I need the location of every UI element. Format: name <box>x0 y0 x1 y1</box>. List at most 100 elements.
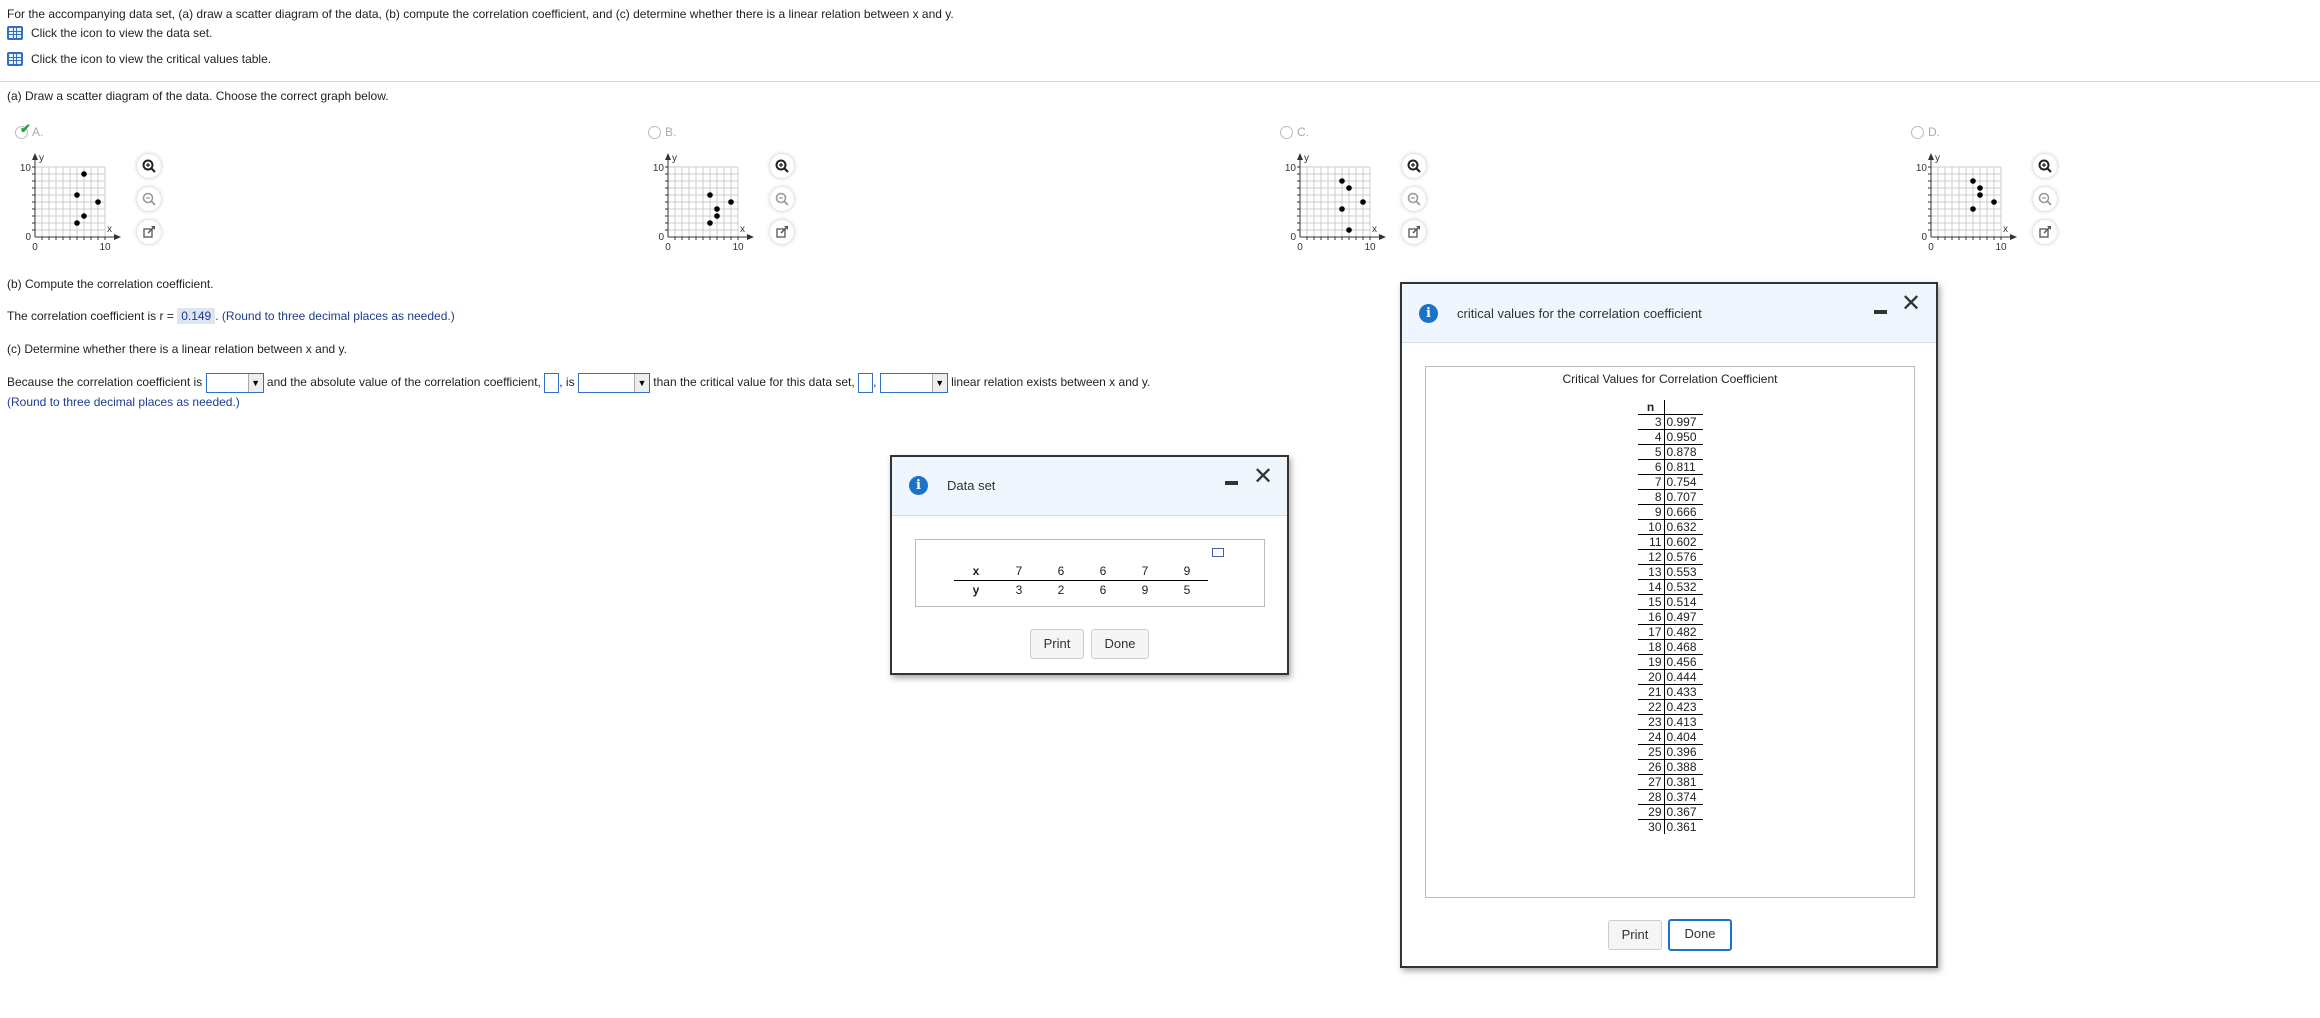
popout-icon[interactable] <box>1402 220 1426 244</box>
data-set-link-text: Click the icon to view the data set. <box>31 26 213 40</box>
critical-value-cell: 0.367 <box>1664 804 1703 820</box>
popout-icon[interactable] <box>2033 220 2057 244</box>
critical-value-cell: 0.444 <box>1664 669 1703 685</box>
close-button[interactable]: ✕ <box>1901 292 1921 316</box>
table-icon[interactable] <box>7 26 23 40</box>
option-label[interactable]: C. <box>1280 125 1309 139</box>
radio-button[interactable] <box>1911 125 1924 139</box>
close-button[interactable]: ✕ <box>1253 465 1273 489</box>
critical-value-cell: 0.404 <box>1664 729 1703 745</box>
chevron-down-icon[interactable]: ▼ <box>931 374 947 392</box>
y-tick-label: 10 <box>1916 163 1928 174</box>
zoom-in-icon[interactable] <box>2033 154 2057 178</box>
critical-value-row: 23 0.413 <box>1637 714 1703 730</box>
correlation-prefix: The correlation coefficient is r = <box>7 309 174 323</box>
n-cell: 11 <box>1637 534 1665 550</box>
y-tick-label: 10 <box>1285 163 1297 174</box>
critical-value-cell: 0.423 <box>1664 699 1703 715</box>
option-label[interactable]: ✔ A. <box>15 121 43 139</box>
zoom-out-icon[interactable] <box>137 187 161 211</box>
critical-value-cell: 0.456 <box>1664 654 1703 670</box>
minimize-button[interactable] <box>1225 481 1238 485</box>
n-cell: 16 <box>1637 609 1665 625</box>
critical-value-cell: 0.514 <box>1664 594 1703 610</box>
critical-value-cell: 0.532 <box>1664 579 1703 595</box>
zoom-in-icon[interactable] <box>1402 154 1426 178</box>
y-axis-arrow <box>1297 153 1303 160</box>
y-axis-arrow <box>1928 153 1934 160</box>
abs-r-input[interactable] <box>544 373 560 393</box>
chevron-down-icon[interactable]: ▼ <box>247 374 263 392</box>
conclusion-dropdown[interactable]: ▼ <box>879 373 948 393</box>
critical-value-row: 9 0.666 <box>1637 504 1703 520</box>
zoom-out-icon[interactable] <box>770 187 794 211</box>
data-point <box>74 192 80 198</box>
x-axis-label: x <box>2003 224 2008 235</box>
critical-value-cell: 0.361 <box>1664 819 1703 834</box>
x-label: x <box>972 564 980 578</box>
graph-option-a[interactable]: ✔ A. y x 10 0 0 10 <box>7 121 207 260</box>
print-button[interactable]: Print <box>1030 629 1084 659</box>
critical-value-row: 11 0.602 <box>1637 534 1703 550</box>
data-set-link[interactable]: Click the icon to view the data set. <box>7 26 212 40</box>
option-letter: D. <box>1928 125 1940 139</box>
correlation-input[interactable]: 0.149 <box>177 308 216 324</box>
data-point <box>1977 185 1983 191</box>
critical-values-dialog: i critical values for the correlation co… <box>1400 282 1938 968</box>
data-point <box>1977 192 1983 198</box>
graph-option-d[interactable]: D. y x 10 0 0 10 <box>1903 125 2103 260</box>
zoom-out-icon[interactable] <box>2033 187 2057 211</box>
critical-value-row: 6 0.811 <box>1637 459 1703 475</box>
x-tick-label: 10 <box>1995 242 2007 253</box>
chevron-down-icon[interactable]: ▼ <box>633 374 649 392</box>
x-tick-label: 0 <box>665 242 671 253</box>
critical-value-cell: 0.433 <box>1664 684 1703 700</box>
x-tick-label: 10 <box>732 242 744 253</box>
info-icon: i <box>909 476 928 495</box>
comparison-dropdown[interactable]: ▼ <box>577 373 650 393</box>
sign-dropdown[interactable]: ▼ <box>205 373 264 393</box>
done-button[interactable]: Done <box>1668 919 1732 951</box>
popout-icon[interactable] <box>137 220 161 244</box>
radio-button[interactable] <box>648 125 661 139</box>
popout-icon[interactable] <box>1212 548 1224 557</box>
critical-value-cell: 0.878 <box>1664 444 1703 460</box>
x-axis-label: x <box>740 224 745 235</box>
n-cell: 19 <box>1637 654 1665 670</box>
option-letter: B. <box>665 125 677 139</box>
option-label[interactable]: B. <box>648 125 676 139</box>
n-header: n <box>1637 400 1665 415</box>
critical-value-row: 21 0.433 <box>1637 684 1703 700</box>
data-point <box>1339 178 1345 184</box>
zoom-in-icon[interactable] <box>770 154 794 178</box>
y-axis-arrow <box>665 153 671 160</box>
n-cell: 18 <box>1637 639 1665 655</box>
critical-value-cell: 0.666 <box>1664 504 1703 520</box>
n-cell: 20 <box>1637 669 1665 685</box>
critical-values-link-text: Click the icon to view the critical valu… <box>31 52 272 66</box>
critical-value-cell: 0.553 <box>1664 564 1703 580</box>
data-table: x 7 6 6 7 9 y 3 2 6 9 5 <box>954 562 1208 599</box>
radio-button[interactable] <box>1280 125 1293 139</box>
y-axis-label: y <box>1304 153 1309 164</box>
x-tick-label: 0 <box>1297 242 1303 253</box>
zoom-out-icon[interactable] <box>1402 187 1426 211</box>
critical-table-title: Critical Values for Correlation Coeffici… <box>1562 372 1778 386</box>
part-c-text-5: , <box>873 375 877 390</box>
option-label[interactable]: D. <box>1911 125 1940 139</box>
correlation-answer-line: The correlation coefficient is r = 0.149… <box>7 308 455 324</box>
popout-icon[interactable] <box>770 220 794 244</box>
critical-value-input[interactable] <box>858 373 874 393</box>
graph-option-c[interactable]: C. y x 10 0 0 10 <box>1272 125 1472 260</box>
critical-value-cell: 0.482 <box>1664 624 1703 640</box>
print-button[interactable]: Print <box>1608 920 1662 950</box>
graph-option-b[interactable]: B. y x 10 0 0 10 <box>640 125 840 260</box>
zoom-in-icon[interactable] <box>137 154 161 178</box>
x-axis-arrow <box>1379 234 1386 240</box>
table-icon[interactable] <box>7 52 23 66</box>
minimize-button[interactable] <box>1874 310 1887 314</box>
critical-value-row: 17 0.482 <box>1637 624 1703 640</box>
data-set-dialog: i Data set ✕ x 7 6 6 7 9 y 3 2 6 9 5 Print Done <box>890 455 1289 675</box>
done-button[interactable]: Done <box>1091 629 1149 659</box>
critical-values-link[interactable]: Click the icon to view the critical valu… <box>7 52 271 66</box>
